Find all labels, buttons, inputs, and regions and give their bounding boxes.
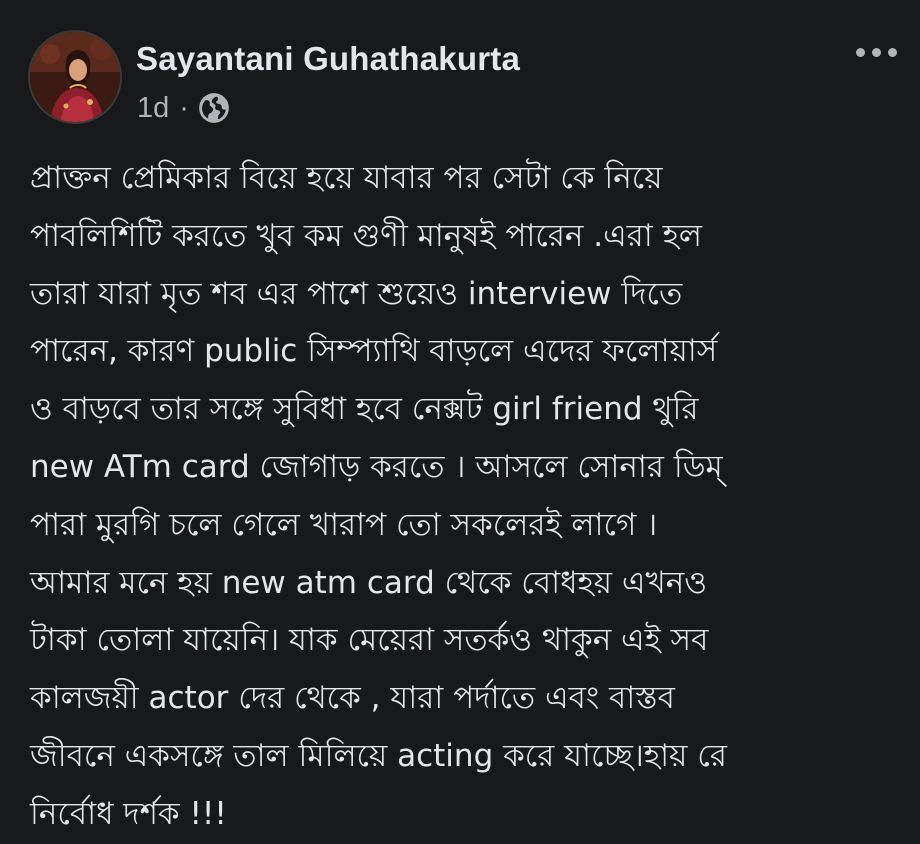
post-message: প্রাক্তন প্রেমিকার বিয়ে হয়ে যাবার পর স… [30,150,910,844]
post-text-line: তারা যারা মৃত শব এর পাশে শুয়েও intervie… [30,275,683,312]
post-text-line: নির্বোধ দর্শক !!! [30,795,227,832]
post-text-line: প্রাক্তন প্রেমিকার বিয়ে হয়ে যাবার পর স… [30,160,663,196]
post-text-line: ও বাড়বে তার সঙ্গে সুবিধা হবে নেক্সট gir… [30,391,699,428]
post-text-line: পারেন, কারণ public সিম্প্যাথি বাড়লে এদে… [30,333,718,370]
more-options-icon [855,47,865,57]
more-options-button[interactable] [846,32,906,72]
post-meta: 1d · [137,88,231,128]
more-options-icon-dot [871,47,881,57]
meta-separator: · [179,91,189,124]
post-text-line: পাবলিশিটি করতে খুব কম গুণী মানুষই পারেন … [30,217,702,254]
author-name[interactable]: Sayantani Guhathakurta [136,40,520,78]
avatar[interactable] [30,32,120,122]
globe-icon[interactable] [197,91,231,125]
more-options-icon-dot [887,47,897,57]
post-text-line: আমার মনে হয় new atm card থেকে বোধহয় এখ… [30,564,708,601]
post-text-line: পারা মুরগি চলে গেলে খারাপ তো সকলেরই লাগে… [30,506,658,543]
profile-photo [30,32,120,122]
post-text-line: জীবনে একসঙ্গে তাল মিলিয়ে acting করে যাচ… [30,737,727,774]
post-timestamp[interactable]: 1d [137,92,169,125]
facebook-post: Sayantani Guhathakurta 1d · প্রাক্তন প্র… [0,0,920,832]
post-text-line: টাকা তোলা যায়েনি। যাক মেয়েরা সতর্কও থা… [30,622,709,659]
post-text-line: new ATm card জোগাড় করতে । আসলে সোনার ডি… [30,448,723,485]
post-text-line: কালজয়ী actor দের থেকে , যারা পর্দাতে এব… [30,680,675,717]
